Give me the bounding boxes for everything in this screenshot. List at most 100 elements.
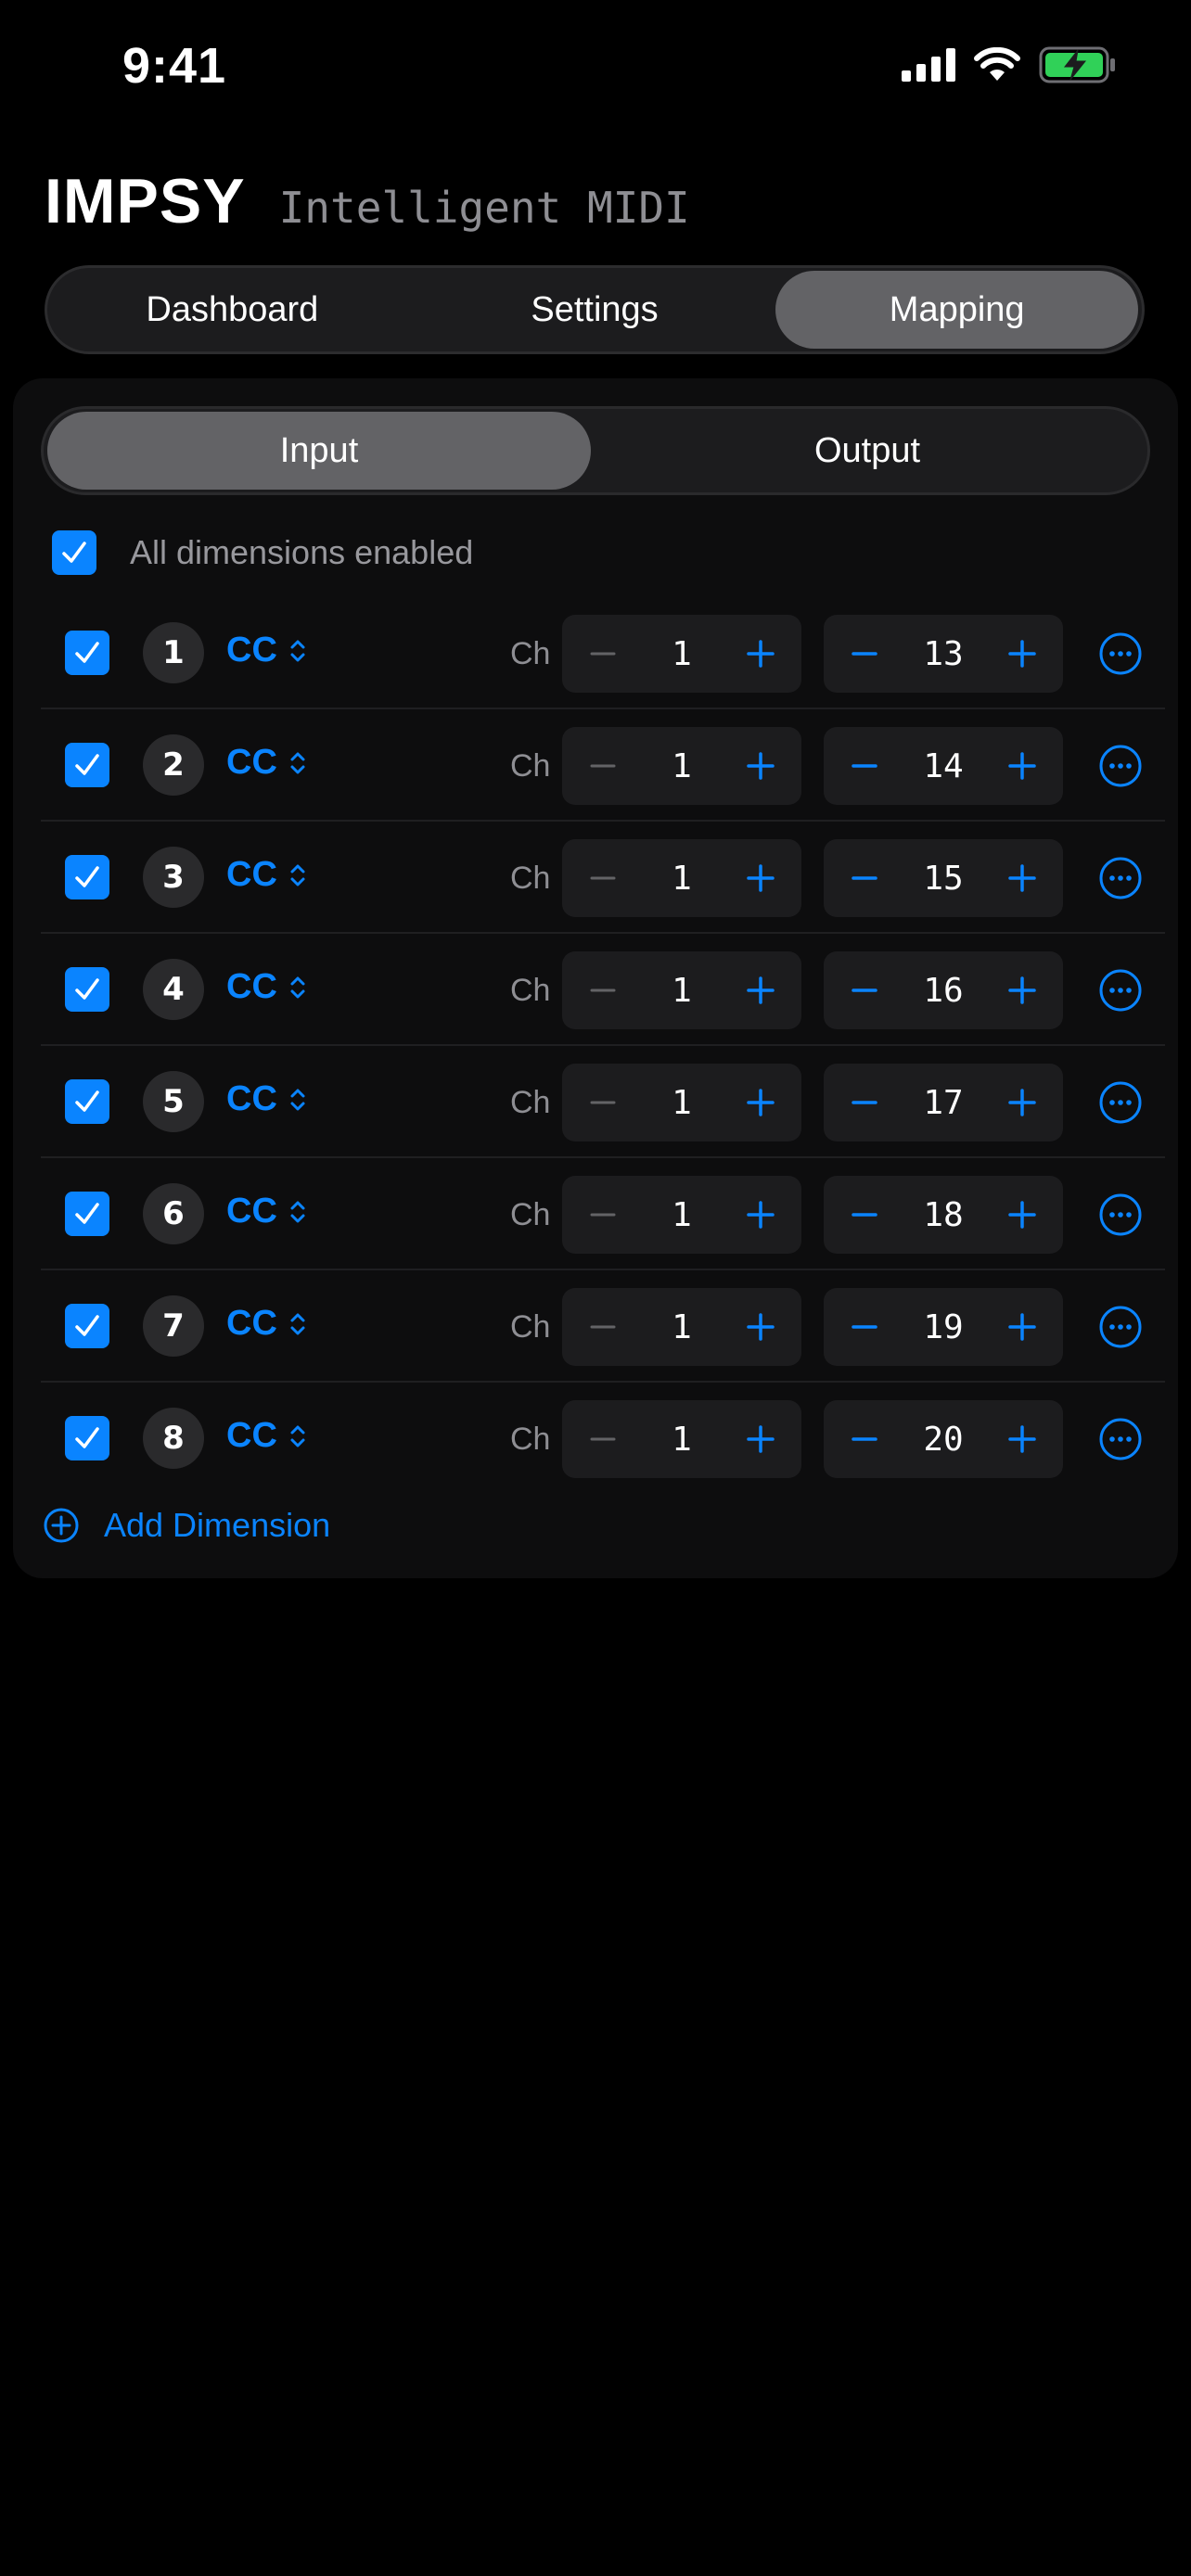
channel-increment-button[interactable] xyxy=(742,635,779,672)
channel-decrement-button[interactable] xyxy=(584,1308,621,1345)
tab-dashboard[interactable]: Dashboard xyxy=(51,271,414,349)
minus-icon xyxy=(852,1437,877,1441)
checkmark-icon xyxy=(75,1427,99,1448)
dimension-enabled-checkbox[interactable] xyxy=(65,743,109,787)
dimension-enabled-checkbox[interactable] xyxy=(65,855,109,899)
cc-decrement-button[interactable] xyxy=(846,1308,883,1345)
dimension-row: 4 CC Ch 1 16 xyxy=(41,934,1165,1046)
dimension-row: 1 CC Ch 1 13 xyxy=(41,597,1165,709)
dimension-number: 6 xyxy=(143,1183,204,1244)
message-type-picker[interactable]: CC xyxy=(226,1416,307,1456)
cc-number-value: 14 xyxy=(923,746,964,785)
cc-increment-button[interactable] xyxy=(1004,747,1041,784)
battery-charging-icon xyxy=(1039,46,1115,83)
channel-decrement-button[interactable] xyxy=(584,1421,621,1458)
channel-increment-button[interactable] xyxy=(742,1196,779,1233)
cc-number-value: 13 xyxy=(923,634,964,673)
channel-value: 1 xyxy=(672,971,692,1010)
dimension-enabled-checkbox[interactable] xyxy=(65,1416,109,1460)
chevron-up-down-icon xyxy=(290,1425,305,1447)
cc-number-value: 16 xyxy=(923,971,964,1010)
message-type-label: CC xyxy=(226,967,277,1006)
dimension-row: 2 CC Ch 1 14 xyxy=(41,709,1165,822)
minus-icon xyxy=(590,1325,616,1329)
add-dimension-button[interactable]: Add Dimension xyxy=(43,1506,330,1545)
tab-settings[interactable]: Settings xyxy=(414,271,776,349)
more-options-button[interactable] xyxy=(1098,1305,1143,1354)
message-type-picker[interactable]: CC xyxy=(226,743,307,783)
more-options-button[interactable] xyxy=(1098,631,1143,681)
channel-increment-button[interactable] xyxy=(742,1308,779,1345)
channel-increment-button[interactable] xyxy=(742,972,779,1009)
segment-input[interactable]: Input xyxy=(47,412,591,490)
cc-decrement-button[interactable] xyxy=(846,1084,883,1121)
cc-decrement-button[interactable] xyxy=(846,747,883,784)
minus-icon xyxy=(852,1101,877,1104)
channel-decrement-button[interactable] xyxy=(584,635,621,672)
message-type-picker[interactable]: CC xyxy=(226,967,307,1007)
app-title: IMPSY xyxy=(45,166,246,236)
cc-increment-button[interactable] xyxy=(1004,972,1041,1009)
channel-decrement-button[interactable] xyxy=(584,1084,621,1121)
more-options-button[interactable] xyxy=(1098,744,1143,793)
tab-mapping[interactable]: Mapping xyxy=(775,271,1139,349)
cc-increment-button[interactable] xyxy=(1004,1308,1041,1345)
channel-value: 1 xyxy=(672,1307,692,1346)
more-options-button[interactable] xyxy=(1098,1417,1143,1466)
message-type-picker[interactable]: CC xyxy=(226,855,307,895)
channel-label: Ch xyxy=(510,1197,551,1232)
cc-increment-button[interactable] xyxy=(1004,635,1041,672)
dimension-enabled-checkbox[interactable] xyxy=(65,1079,109,1124)
dimension-enabled-checkbox[interactable] xyxy=(65,1304,109,1348)
plus-icon xyxy=(1008,864,1036,892)
minus-icon xyxy=(590,988,616,992)
checkmark-icon xyxy=(75,642,99,663)
dimension-list: 1 CC Ch 1 13 2 CC Ch 1 14 3 CC Ch 1 15 4… xyxy=(41,597,1165,1495)
channel-increment-button[interactable] xyxy=(742,1421,779,1458)
checkmark-icon xyxy=(75,1203,99,1224)
app-header: IMPSY Intelligent MIDI xyxy=(45,165,690,237)
more-options-button[interactable] xyxy=(1098,1192,1143,1242)
more-options-button[interactable] xyxy=(1098,856,1143,905)
more-options-button[interactable] xyxy=(1098,968,1143,1017)
minus-icon xyxy=(852,1213,877,1217)
channel-label: Ch xyxy=(510,748,551,784)
dimension-enabled-checkbox[interactable] xyxy=(65,967,109,1012)
cc-decrement-button[interactable] xyxy=(846,972,883,1009)
status-icons xyxy=(902,46,1117,83)
message-type-picker[interactable]: CC xyxy=(226,631,307,670)
cc-increment-button[interactable] xyxy=(1004,1421,1041,1458)
channel-increment-button[interactable] xyxy=(742,1084,779,1121)
message-type-picker[interactable]: CC xyxy=(226,1304,307,1344)
channel-decrement-button[interactable] xyxy=(584,747,621,784)
more-options-icon xyxy=(1099,1418,1142,1460)
cc-decrement-button[interactable] xyxy=(846,1196,883,1233)
checkmark-icon xyxy=(75,1090,99,1112)
cc-decrement-button[interactable] xyxy=(846,635,883,672)
dimension-enabled-checkbox[interactable] xyxy=(65,631,109,675)
cc-decrement-button[interactable] xyxy=(846,1421,883,1458)
channel-increment-button[interactable] xyxy=(742,860,779,897)
channel-increment-button[interactable] xyxy=(742,747,779,784)
cc-increment-button[interactable] xyxy=(1004,860,1041,897)
mapping-panel: Input Output All dimensions enabled 1 CC… xyxy=(13,378,1178,1578)
minus-icon xyxy=(852,988,877,992)
message-type-picker[interactable]: CC xyxy=(226,1079,307,1119)
channel-stepper: 1 xyxy=(562,1288,801,1366)
more-options-icon xyxy=(1099,632,1142,675)
cc-decrement-button[interactable] xyxy=(846,860,883,897)
more-options-button[interactable] xyxy=(1098,1080,1143,1129)
channel-decrement-button[interactable] xyxy=(584,972,621,1009)
channel-decrement-button[interactable] xyxy=(584,1196,621,1233)
cc-number-stepper: 16 xyxy=(824,951,1063,1029)
cc-number-value: 18 xyxy=(923,1195,964,1234)
minus-icon xyxy=(590,652,616,656)
segment-output[interactable]: Output xyxy=(591,412,1144,490)
message-type-picker[interactable]: CC xyxy=(226,1192,307,1231)
cc-increment-button[interactable] xyxy=(1004,1084,1041,1121)
cc-increment-button[interactable] xyxy=(1004,1196,1041,1233)
dimension-row: 6 CC Ch 1 18 xyxy=(41,1158,1165,1270)
dimension-enabled-checkbox[interactable] xyxy=(65,1192,109,1236)
channel-decrement-button[interactable] xyxy=(584,860,621,897)
all-dimensions-checkbox[interactable] xyxy=(52,530,96,575)
